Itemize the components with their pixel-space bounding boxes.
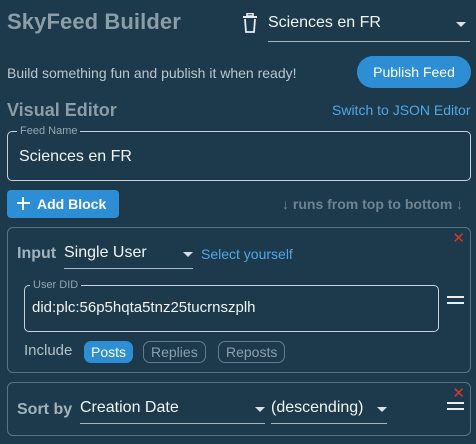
feed-select[interactable]: Sciences en FR: [268, 6, 470, 42]
user-did-value: did:plc:56p5hqta5tnz25tucrnszplh: [32, 299, 256, 316]
tagline: Build something fun and publish it when …: [7, 65, 297, 81]
publish-feed-button[interactable]: Publish Feed: [357, 56, 471, 88]
input-mode-select[interactable]: Single User: [64, 239, 193, 269]
input-block: ✕ Input Single User Select yourself User…: [7, 227, 471, 373]
drag-handle-icon[interactable]: [447, 402, 464, 412]
select-yourself-link[interactable]: Select yourself: [201, 246, 293, 262]
add-block-label: Add Block: [37, 196, 107, 212]
chip-posts[interactable]: Posts: [84, 341, 134, 363]
sort-direction-value: (descending): [271, 399, 364, 416]
include-label: Include: [24, 342, 73, 359]
sort-block: ✕ Sort by Creation Date (descending): [7, 382, 471, 436]
chevron-down-icon: [255, 407, 265, 412]
chevron-down-icon: [183, 252, 193, 257]
plus-icon: [17, 197, 30, 210]
order-hint: ↓ runs from top to bottom ↓: [282, 196, 464, 212]
chip-reposts[interactable]: Reposts: [218, 341, 286, 363]
input-block-label: Input: [17, 245, 57, 262]
user-did-field[interactable]: User DID did:plc:56p5hqta5tnz25tucrnszpl…: [24, 279, 439, 332]
section-title: Visual Editor: [7, 100, 117, 120]
trash-icon[interactable]: [242, 13, 258, 33]
sort-field-value: Creation Date: [80, 399, 179, 416]
app-title: SkyFeed Builder: [7, 9, 181, 34]
sort-field-select[interactable]: Creation Date: [80, 394, 265, 424]
feed-select-value: Sciences en FR: [268, 14, 381, 31]
feed-name-value: Sciences en FR: [19, 148, 132, 165]
close-icon[interactable]: ✕: [452, 384, 465, 402]
add-block-button[interactable]: Add Block: [7, 190, 119, 218]
user-did-label: User DID: [30, 279, 82, 291]
sort-direction-select[interactable]: (descending): [271, 394, 387, 424]
close-icon[interactable]: ✕: [452, 229, 465, 247]
drag-handle-icon[interactable]: [447, 296, 464, 306]
chip-replies[interactable]: Replies: [143, 341, 206, 363]
feed-name-label: Feed Name: [17, 125, 81, 137]
input-mode-value: Single User: [64, 244, 147, 261]
chevron-down-icon: [377, 407, 387, 412]
sort-block-label: Sort by: [17, 401, 73, 418]
chevron-down-icon: [456, 22, 466, 27]
feed-name-field[interactable]: Feed Name Sciences en FR: [7, 125, 471, 181]
switch-json-editor-link[interactable]: Switch to JSON Editor: [332, 102, 471, 118]
